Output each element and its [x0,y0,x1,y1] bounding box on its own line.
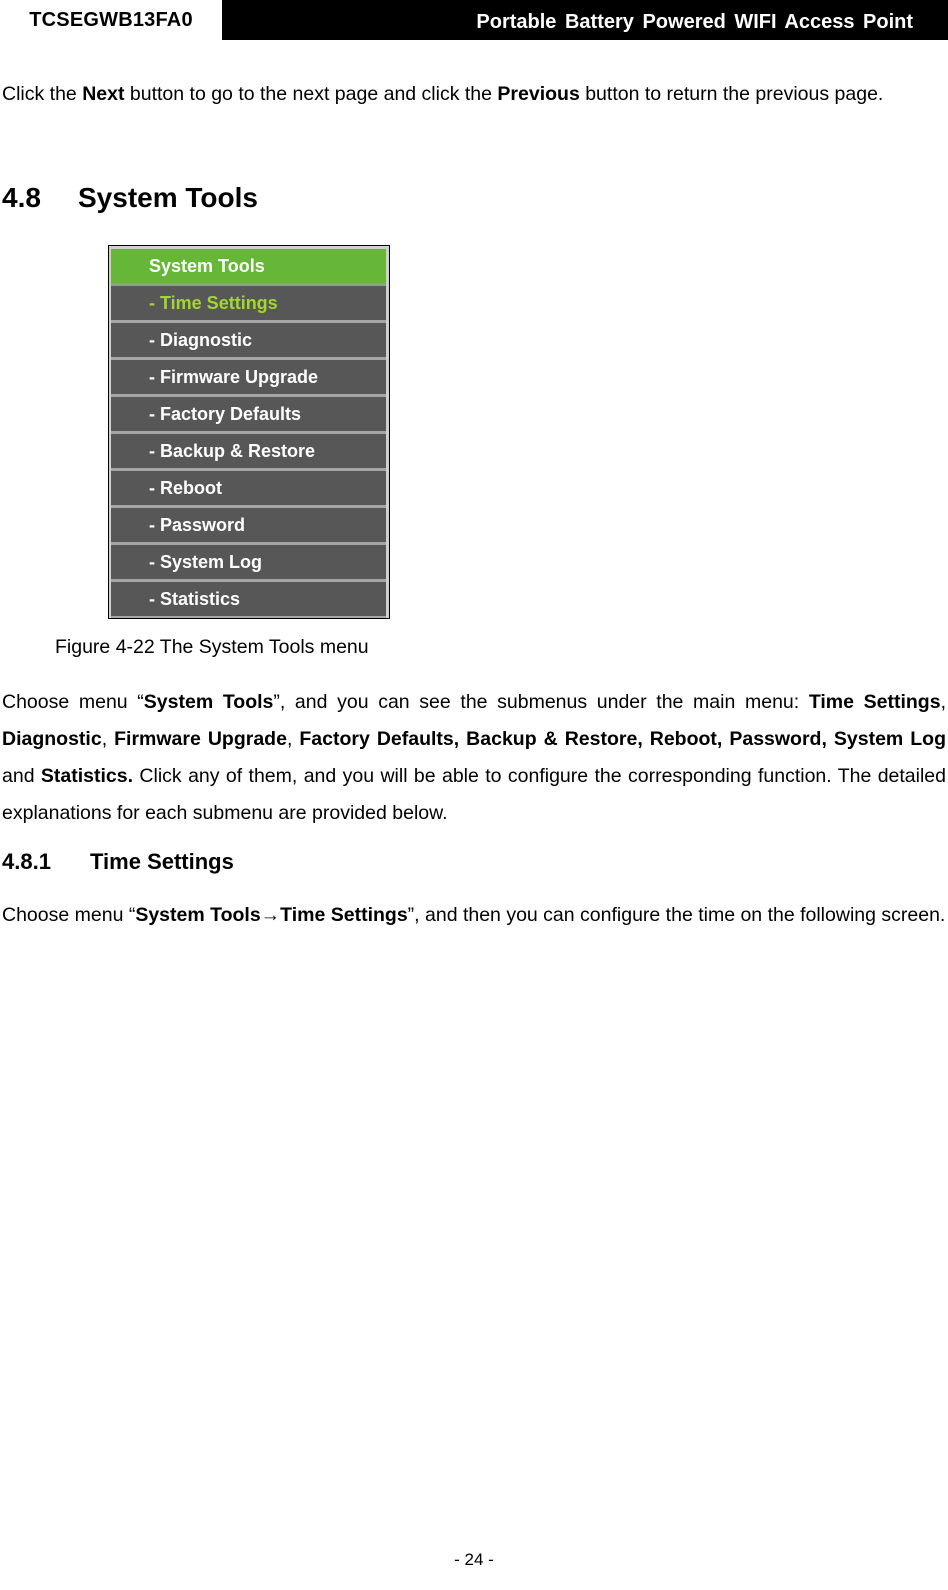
menu-item[interactable]: - Password [111,508,386,545]
menu-header-system-tools[interactable]: System Tools [111,249,386,286]
term: System Tools [143,691,274,713]
menu-item[interactable]: - Backup & Restore [111,434,386,471]
text: , [286,728,300,750]
text: , [940,691,946,713]
system-tools-menu-figure: System Tools - Time Settings - Diagnostic… [108,245,390,619]
model-number: TCSEGWB13FA0 [0,0,222,40]
next-term: Next [82,83,125,105]
sub-body-paragraph: Choose menu “System Tools→Time Settings”… [2,897,946,934]
text: ”, and you can see the submenus under th… [273,691,809,713]
text: Choose menu “ [2,691,144,713]
term: Diagnostic [2,728,102,750]
page-header: TCSEGWB13FA0 Portable Battery Powered WI… [0,0,948,40]
subsection-number: 4.8.1 [2,849,51,874]
menu-item[interactable]: - Firmware Upgrade [111,360,386,397]
menu-item[interactable]: - Factory Defaults [111,397,386,434]
section-title: System Tools [78,182,258,213]
intro-paragraph: Click the Next button to go to the next … [2,76,946,113]
menu-item[interactable]: - Diagnostic [111,323,386,360]
page-number: - 24 - [454,1550,494,1569]
text: ”, and then you can configure the time o… [407,904,946,926]
menu-item[interactable]: - Reboot [111,471,386,508]
text: button to go to the next page and click … [124,83,498,105]
text: Choose menu “ [2,904,136,926]
term: Time Settings [808,691,941,713]
term: System Tools→Time Settings [135,904,408,926]
term: Factory Defaults, Backup & Restore, Rebo… [299,728,947,750]
section-number: 4.8 [2,182,41,213]
menu-item[interactable]: - System Log [111,545,386,582]
figure-caption: Figure 4-22 The System Tools menu [55,636,369,658]
product-title: Portable Battery Powered WIFI Access Poi… [476,11,913,33]
text: Click any of them, and you will be able … [2,765,946,824]
text: Click the [2,83,83,105]
section-heading: 4.8 System Tools [2,182,258,214]
previous-term: Previous [497,83,580,105]
term: Firmware Upgrade [114,728,287,750]
menu-list: System Tools - Time Settings - Diagnostic… [111,249,386,618]
term: Statistics. [40,765,134,787]
text: and [2,765,41,787]
subsection-title: Time Settings [90,849,234,874]
menu-item[interactable]: - Statistics [111,582,386,618]
text: button to return the previous page. [579,83,884,105]
menu-item[interactable]: - Time Settings [111,286,386,323]
body-paragraph: Choose menu “System Tools”, and you can … [2,684,946,832]
text: , [101,728,115,750]
subsection-heading: 4.8.1 Time Settings [2,849,234,875]
